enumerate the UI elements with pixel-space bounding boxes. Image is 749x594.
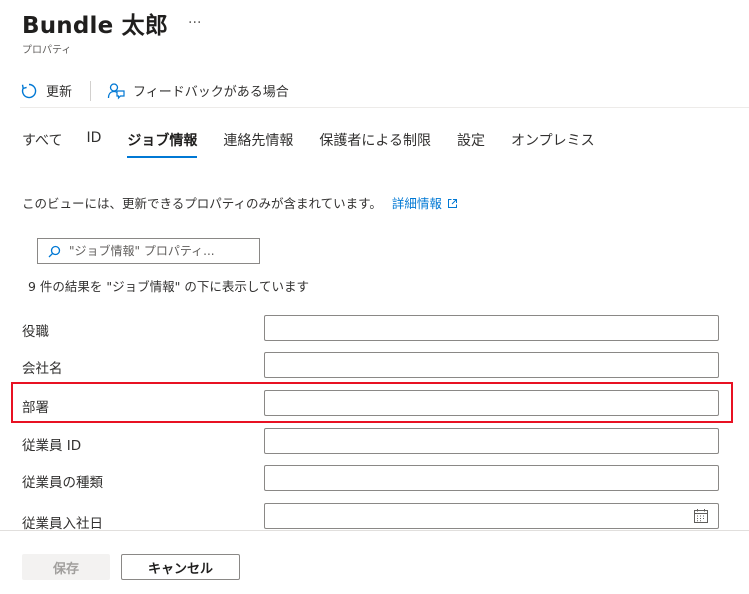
feedback-label: フィードバックがある場合 — [133, 85, 289, 100]
learn-more-label: 詳細情報 — [391, 196, 442, 211]
tab-on-premises[interactable]: オンプレミス — [511, 130, 595, 158]
field-label-employee-type: 従業員の種類 — [22, 475, 103, 491]
tab-all[interactable]: すべて — [22, 130, 62, 158]
field-label-company-name: 会社名 — [22, 361, 63, 377]
refresh-button[interactable]: 更新 — [20, 81, 72, 100]
search-input[interactable] — [69, 244, 249, 258]
job-title-input[interactable] — [264, 315, 719, 341]
info-message: このビューには、更新できるプロパティのみが含まれています。 詳細情報 — [22, 193, 458, 212]
tab-contact-info[interactable]: 連絡先情報 — [223, 130, 293, 158]
hire-date-picker[interactable] — [264, 503, 719, 529]
calendar-icon[interactable] — [693, 508, 709, 524]
tab-job-info[interactable]: ジョブ情報 — [127, 130, 198, 158]
learn-more-link[interactable]: 詳細情報 — [392, 196, 458, 211]
field-label-job-title: 役職 — [22, 324, 49, 340]
command-bar: 更新 フィードバックがある場合 — [20, 74, 749, 108]
field-label-department: 部署 — [22, 400, 49, 416]
department-input[interactable] — [264, 390, 719, 416]
toolbar-divider — [90, 80, 92, 101]
more-options-button[interactable]: ··· — [188, 15, 201, 31]
footer-bar: 保存 キャンセル — [0, 530, 749, 594]
field-label-hire-date: 従業員入社日 — [22, 516, 103, 532]
property-tabs: すべて ID ジョブ情報 連絡先情報 保護者による制限 設定 オンプレミス — [22, 130, 621, 158]
cancel-button[interactable]: キャンセル — [121, 554, 240, 580]
tab-id[interactable]: ID — [86, 130, 101, 158]
tab-parental-controls[interactable]: 保護者による制限 — [319, 130, 431, 158]
employee-type-input[interactable] — [264, 465, 719, 491]
employee-id-input[interactable] — [264, 428, 719, 454]
search-icon — [48, 245, 61, 257]
external-link-icon — [447, 199, 457, 208]
info-text: このビューには、更新できるプロパティのみが含まれています。 — [22, 196, 382, 211]
page-subtitle: プロパティ — [22, 45, 72, 56]
feedback-icon — [107, 82, 125, 99]
page-title: Bundle 太郎 — [22, 13, 169, 39]
tab-settings[interactable]: 設定 — [457, 130, 485, 158]
feedback-button[interactable]: フィードバックがある場合 — [107, 81, 289, 100]
property-search-box[interactable] — [37, 238, 260, 264]
save-button[interactable]: 保存 — [22, 554, 110, 580]
company-name-input[interactable] — [264, 352, 719, 378]
refresh-icon — [21, 83, 37, 98]
refresh-label: 更新 — [46, 85, 73, 100]
field-label-employee-id: 従業員 ID — [22, 438, 82, 454]
results-count: 9 件の結果を "ジョブ情報" の下に表示しています — [28, 279, 309, 294]
page-header: Bundle 太郎 ··· — [22, 6, 201, 40]
